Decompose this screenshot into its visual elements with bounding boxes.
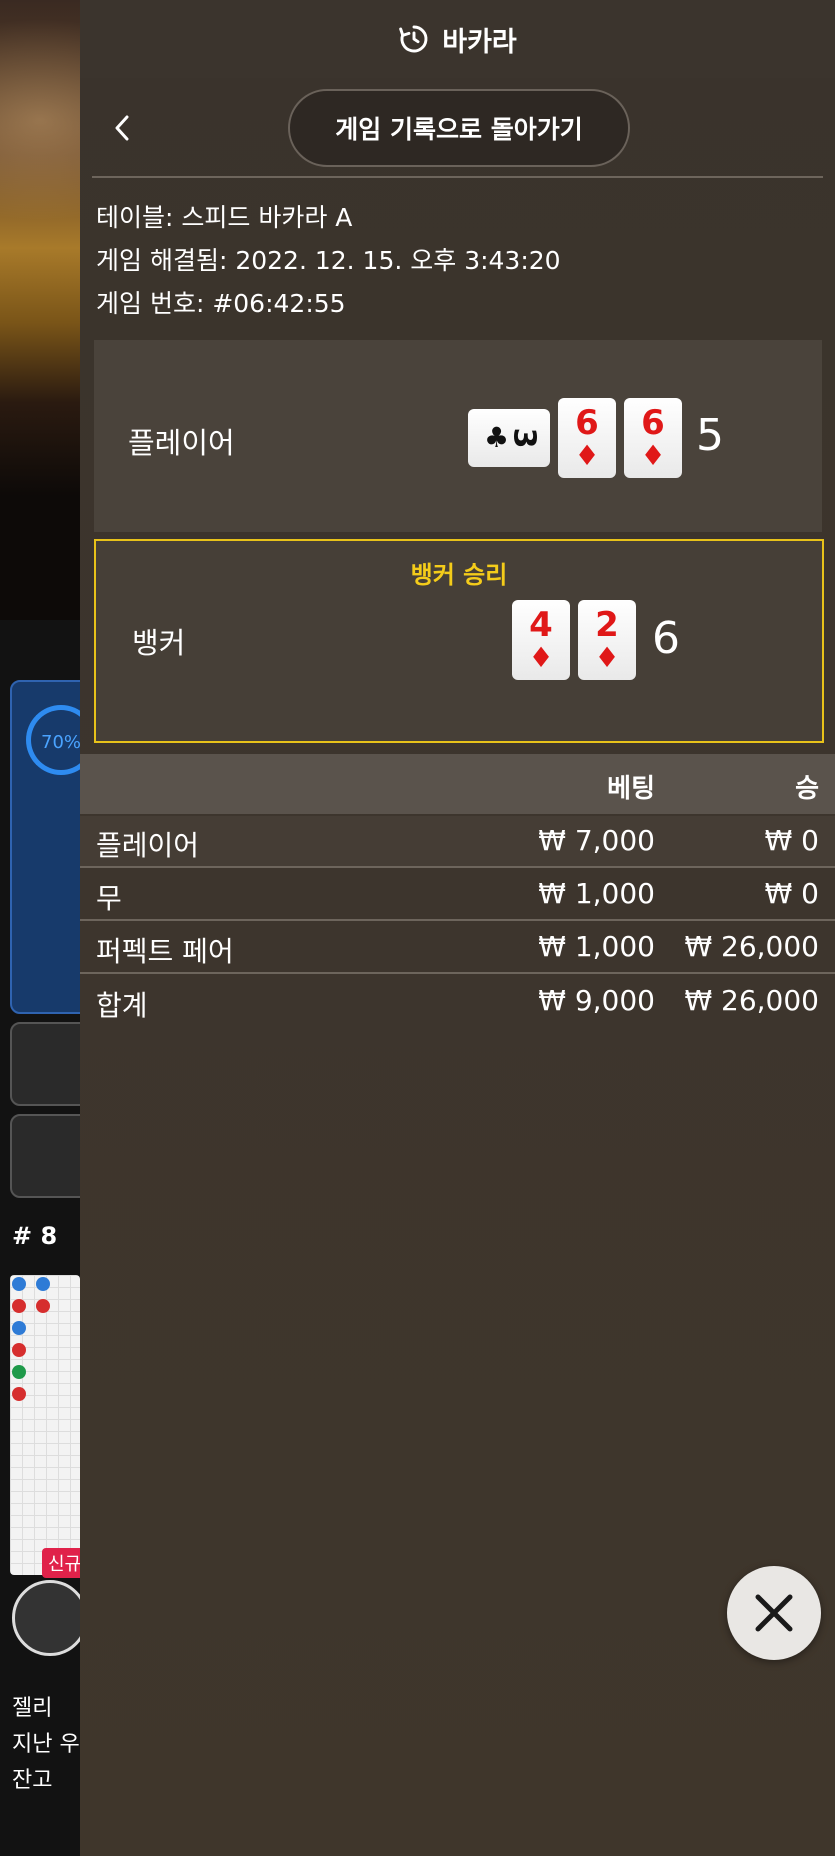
resolved-label: 게임 해결됨: — [96, 246, 228, 275]
playing-card: 6 ♦ — [624, 398, 682, 478]
bet-name: 퍼펙트 페어 — [96, 935, 234, 968]
bets-header: 베팅 승 — [80, 754, 835, 814]
row-divider — [80, 972, 835, 974]
close-button[interactable] — [727, 1566, 821, 1660]
player-score: 5 — [696, 410, 724, 461]
playing-card: 4 ♦ — [512, 600, 570, 680]
total-win: ₩ 26,000 — [684, 984, 819, 1017]
table-info: 테이블: 스피드 바카라 A — [96, 198, 352, 234]
card-rank: 6 — [575, 403, 599, 443]
back-button[interactable] — [102, 108, 142, 148]
card-suit: ♦ — [574, 439, 600, 472]
player-result: 플레이어 ♣ 3 6 ♦ 6 ♦ 5 — [94, 340, 822, 532]
panel-header: 바카라 — [80, 0, 835, 78]
bet-column-header: 베팅 — [607, 774, 655, 804]
card-rank: 3 — [506, 427, 542, 449]
win-amount: ₩ 0 — [764, 824, 819, 857]
card-suit: ♦ — [594, 641, 620, 674]
banker-label: 뱅커 — [132, 626, 186, 660]
balance-label: 잔고 — [12, 1768, 53, 1793]
win-column-header: 승 — [795, 774, 819, 804]
player-cards: ♣ 3 6 ♦ 6 ♦ — [468, 398, 682, 478]
card-rank: 4 — [529, 605, 553, 645]
winner-label: 뱅커 승리 — [410, 561, 508, 589]
bead-road — [10, 1275, 80, 1575]
playing-card: ♣ 3 — [468, 409, 550, 467]
panel-title: 바카라 — [442, 26, 517, 58]
table-value: 스피드 바카라 A — [181, 203, 353, 232]
row-divider — [80, 866, 835, 868]
card-rank: 6 — [641, 403, 665, 443]
win-amount: ₩ 0 — [764, 877, 819, 910]
bet-amount: ₩ 1,000 — [538, 877, 655, 910]
playing-card: 6 ♦ — [558, 398, 616, 478]
game-number-label: 게임 번호: — [96, 289, 205, 318]
bet-row: 플레이어 ₩ 7,000 ₩ 0 — [80, 816, 835, 868]
resolved-value: 2022. 12. 15. 오후 3:43:20 — [235, 246, 561, 275]
card-suit: ♦ — [640, 439, 666, 472]
chevron-left-icon — [115, 115, 129, 141]
bet-name: 플레이어 — [96, 829, 200, 862]
table-label: 테이블: — [96, 203, 174, 232]
progress-text: 70% — [41, 732, 82, 753]
game-number-info: 게임 번호: #06:42:55 — [96, 284, 346, 320]
card-suit: ♣ — [484, 421, 510, 454]
banker-result: 뱅커 승리 뱅커 4 ♦ 2 ♦ 6 — [94, 539, 824, 743]
user-line: 젤리 — [12, 1696, 53, 1721]
game-number-value: #06:42:55 — [212, 289, 346, 318]
chip-button[interactable] — [12, 1580, 88, 1656]
total-row: 합계 ₩ 9,000 ₩ 26,000 — [80, 976, 835, 1028]
win-amount: ₩ 26,000 — [684, 930, 819, 963]
game-history-panel: 바카라 게임 기록으로 돌아가기 테이블: 스피드 바카라 A 게임 해결됨: … — [80, 0, 835, 1856]
card-suit: ♦ — [528, 641, 554, 674]
back-to-history-button[interactable]: 게임 기록으로 돌아가기 — [288, 89, 630, 167]
card-rank: 2 — [595, 605, 619, 645]
total-label: 합계 — [96, 989, 148, 1022]
playing-card: 2 ♦ — [578, 600, 636, 680]
round-label: # 8 — [12, 1222, 58, 1250]
history-icon — [399, 25, 428, 53]
resolved-info: 게임 해결됨: 2022. 12. 15. 오후 3:43:20 — [96, 241, 561, 277]
close-icon — [755, 1594, 793, 1632]
banker-score: 6 — [652, 613, 680, 664]
player-label: 플레이어 — [128, 426, 235, 460]
bet-row: 무 ₩ 1,000 ₩ 0 — [80, 869, 835, 921]
banker-cards: 4 ♦ 2 ♦ — [512, 600, 636, 680]
bet-row: 퍼펙트 페어 ₩ 1,000 ₩ 26,000 — [80, 922, 835, 974]
divider — [92, 176, 823, 178]
row-divider — [80, 919, 835, 921]
bet-amount: ₩ 1,000 — [538, 930, 655, 963]
total-bet: ₩ 9,000 — [538, 984, 655, 1017]
bet-name: 무 — [96, 882, 122, 915]
bet-amount: ₩ 7,000 — [538, 824, 655, 857]
